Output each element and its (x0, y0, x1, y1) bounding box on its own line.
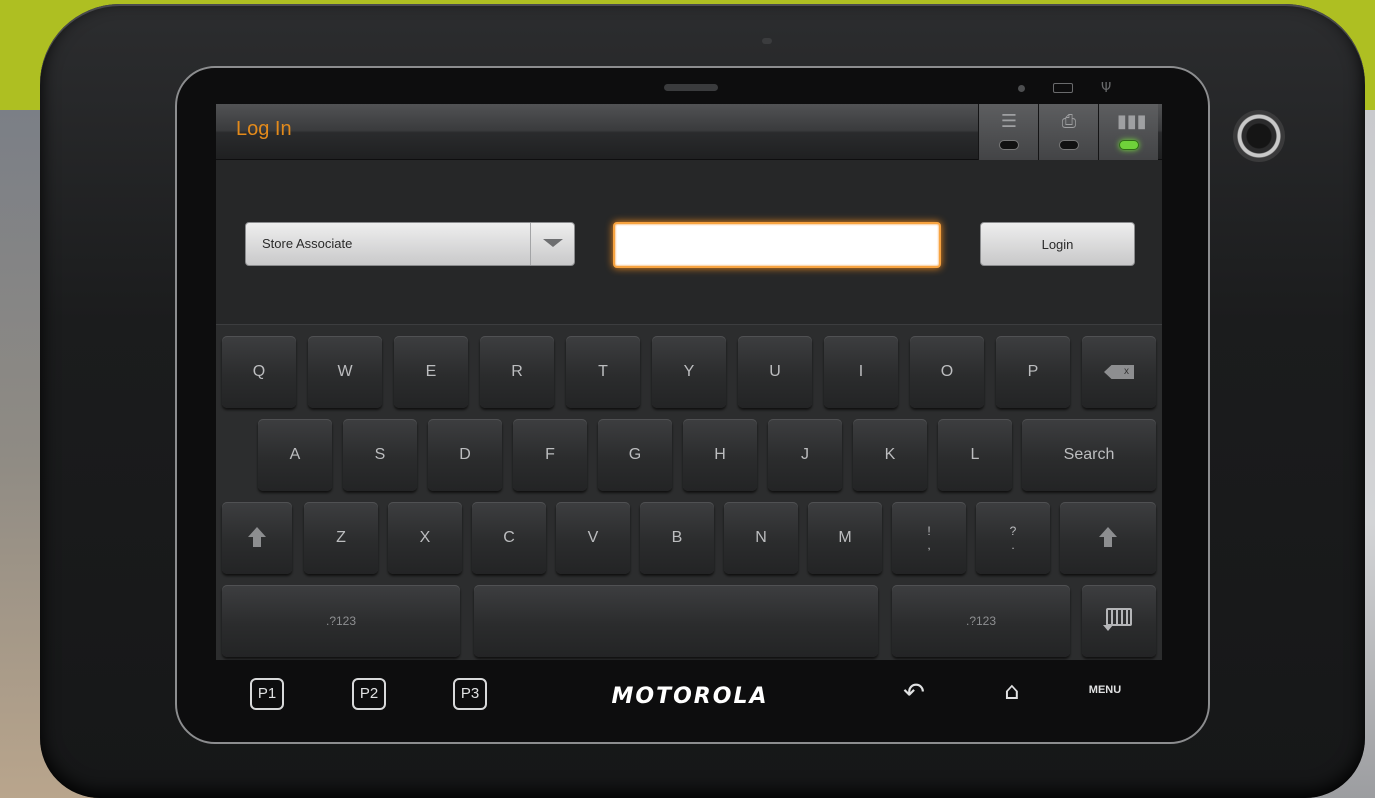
printer-icon: ⎙ (1061, 111, 1077, 132)
login-button[interactable]: Login (980, 222, 1135, 266)
key-exclaim-label: ! (927, 524, 931, 538)
key-p[interactable]: P (996, 336, 1070, 408)
space-key[interactable] (474, 585, 878, 657)
page-title: Log In (236, 118, 292, 140)
login-id-input[interactable] (613, 222, 941, 268)
key-question-period[interactable]: ? . (976, 502, 1050, 574)
shift-key-left[interactable] (222, 502, 292, 574)
camera-lens-icon (1233, 110, 1285, 162)
power-indicator-icon (1018, 84, 1025, 92)
key-d[interactable]: D (428, 419, 502, 491)
key-n[interactable]: N (724, 502, 798, 574)
key-a[interactable]: A (258, 419, 332, 491)
key-l[interactable]: L (938, 419, 1012, 491)
symbols-key-right[interactable]: .?123 (892, 585, 1070, 657)
key-u[interactable]: U (738, 336, 812, 408)
menu-button[interactable]: MENU (1080, 684, 1130, 704)
key-s[interactable]: S (343, 419, 417, 491)
key-g[interactable]: G (598, 419, 672, 491)
top-sensor (762, 38, 772, 44)
barcode-icon: ▮▮▮ (1117, 111, 1147, 132)
shift-key-right[interactable] (1060, 502, 1156, 574)
key-b[interactable]: B (640, 502, 714, 574)
key-y[interactable]: Y (652, 336, 726, 408)
key-m[interactable]: M (808, 502, 882, 574)
device-status-indicators: Ψ (1018, 80, 1118, 96)
search-key[interactable]: Search (1022, 419, 1156, 491)
backspace-icon: x (1104, 365, 1134, 379)
barcode-toggle-button[interactable]: ▮▮▮ (1098, 104, 1158, 160)
symbols-key-left[interactable]: .?123 (222, 585, 460, 657)
p2-button[interactable]: P2 (352, 678, 386, 710)
display-toggle-button[interactable]: ☰ (978, 104, 1038, 160)
p1-button[interactable]: P1 (250, 678, 284, 710)
title-bar-actions: ☰ ⎙ ▮▮▮ (978, 104, 1158, 160)
role-dropdown[interactable]: Store Associate (245, 222, 575, 266)
antenna-icon: Ψ (1101, 80, 1112, 96)
key-f[interactable]: F (513, 419, 587, 491)
key-r[interactable]: R (480, 336, 554, 408)
key-i[interactable]: I (824, 336, 898, 408)
shift-up-arrow-icon (1099, 527, 1117, 547)
key-exclaim-comma[interactable]: ! , (892, 502, 966, 574)
key-j[interactable]: J (768, 419, 842, 491)
chevron-down-icon (1103, 625, 1113, 631)
back-arrow-icon[interactable]: ↶ (896, 678, 932, 708)
on-screen-keyboard: Q W E R T Y U I O P x A S D F G H J K L … (216, 324, 1162, 660)
barcode-led (1119, 140, 1139, 150)
key-x[interactable]: X (388, 502, 462, 574)
role-dropdown-value: Store Associate (262, 236, 353, 251)
chevron-down-icon (543, 239, 563, 247)
printer-toggle-button[interactable]: ⎙ (1038, 104, 1098, 160)
role-dropdown-toggle[interactable] (530, 223, 574, 265)
key-period-label: . (1011, 538, 1015, 552)
display-icon: ☰ (1000, 111, 1018, 132)
key-z[interactable]: Z (304, 502, 378, 574)
display-led (999, 140, 1019, 150)
home-icon[interactable]: ⌂ (994, 676, 1030, 706)
key-k[interactable]: K (853, 419, 927, 491)
key-c[interactable]: C (472, 502, 546, 574)
printer-led (1059, 140, 1079, 150)
brand-logo: MOTOROLA (611, 684, 769, 709)
key-t[interactable]: T (566, 336, 640, 408)
hide-keyboard-key[interactable] (1082, 585, 1156, 657)
key-o[interactable]: O (910, 336, 984, 408)
key-question-label: ? (1009, 524, 1017, 538)
p3-button[interactable]: P3 (453, 678, 487, 710)
screen: Log In ☰ ⎙ ▮▮▮ Store Associate Login Q W… (216, 104, 1162, 660)
battery-icon (1053, 83, 1073, 93)
login-form: Store Associate Login (216, 160, 1162, 324)
key-v[interactable]: V (556, 502, 630, 574)
speaker-grille (664, 84, 718, 91)
key-w[interactable]: W (308, 336, 382, 408)
key-q[interactable]: Q (222, 336, 296, 408)
backspace-key[interactable]: x (1082, 336, 1156, 408)
key-h[interactable]: H (683, 419, 757, 491)
key-comma-label: , (927, 538, 931, 552)
keyboard-icon (1106, 608, 1132, 626)
key-e[interactable]: E (394, 336, 468, 408)
shift-up-arrow-icon (248, 527, 266, 547)
title-bar: Log In ☰ ⎙ ▮▮▮ (216, 104, 1162, 160)
